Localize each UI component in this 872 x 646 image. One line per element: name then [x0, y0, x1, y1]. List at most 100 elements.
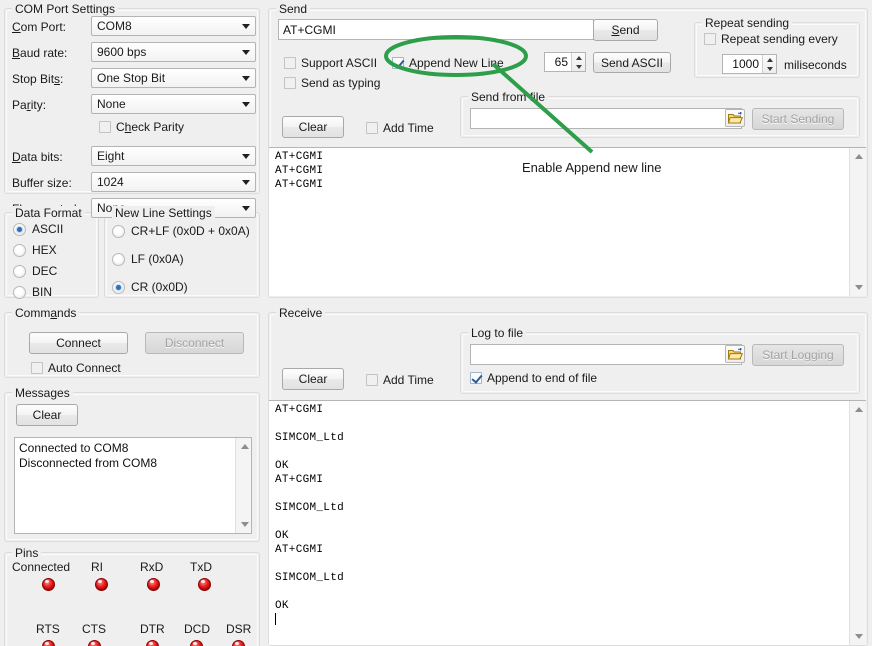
scroll-up-icon[interactable]: [850, 148, 866, 165]
repeat-sending-title: Repeat sending: [702, 16, 792, 30]
messages-group: Messages Clear Connected to COM8 Disconn…: [4, 386, 260, 542]
log-file-path-input[interactable]: [470, 344, 742, 365]
data-bits-value: Eight: [97, 149, 124, 163]
radio-data-format-hex[interactable]: HEX: [13, 243, 57, 257]
scroll-up-icon[interactable]: [236, 438, 252, 455]
repeat-sending-group: Repeat sending Repeat sending every 1000…: [694, 16, 860, 78]
pin-label-txd: TxD: [190, 560, 212, 574]
radio-dot: [13, 286, 26, 299]
pin-led-connected: [42, 578, 55, 591]
pin-led-cts: [88, 640, 101, 646]
repeat-interval-value: 1000: [723, 57, 762, 71]
send-add-time-label: Add Time: [383, 121, 434, 135]
repeat-units-label: miliseconds: [784, 58, 847, 72]
send-clear-button[interactable]: Clear: [282, 116, 344, 138]
baud-rate-value: 9600 bps: [97, 45, 146, 59]
send-file-path-input[interactable]: [470, 108, 742, 129]
ascii-code-spinner[interactable]: 65: [544, 52, 586, 72]
label-stop-bits: Stop Bits:: [12, 72, 63, 86]
log-to-file-title: Log to file: [468, 326, 526, 340]
scroll-down-icon[interactable]: [236, 516, 252, 533]
start-logging-button[interactable]: Start Logging: [752, 344, 844, 366]
log-file-browse-button[interactable]: [725, 345, 745, 363]
append-to-end-checkbox[interactable]: Append to end of file: [470, 371, 597, 385]
scroll-down-icon[interactable]: [850, 628, 866, 645]
baud-rate-select[interactable]: 9600 bps: [91, 42, 256, 62]
receive-log-scrollbar[interactable]: [849, 401, 866, 645]
parity-value: None: [97, 97, 126, 111]
auto-connect-label: Auto Connect: [48, 361, 121, 375]
receive-group: Receive Clear Add Time Log to file: [268, 306, 868, 646]
support-ascii-label: Support ASCII: [301, 56, 377, 70]
repeat-interval-spinner[interactable]: 1000: [722, 54, 777, 74]
messages-log[interactable]: Connected to COM8 Disconnected from COM8: [14, 437, 252, 534]
check-parity-checkbox[interactable]: Check Parity: [99, 120, 184, 134]
pin-led-txd: [198, 578, 211, 591]
label-com-port: Com Port:: [12, 20, 66, 34]
radio-newline-lf[interactable]: LF (0x0A): [112, 252, 184, 266]
connect-button[interactable]: Connect: [29, 332, 128, 354]
com-port-settings-group: COM Port Settings Com Port: Baud rate: S…: [4, 2, 260, 194]
data-bits-select[interactable]: Eight: [91, 146, 256, 166]
send-ascii-button[interactable]: Send ASCII: [593, 52, 671, 73]
chevron-down-icon: [242, 102, 250, 107]
parity-select[interactable]: None: [91, 94, 256, 114]
append-new-line-checkbox[interactable]: Append New Line: [392, 56, 504, 70]
scroll-up-icon[interactable]: [850, 401, 866, 418]
com-port-select[interactable]: COM8: [91, 16, 256, 36]
checkbox-box: [366, 374, 378, 386]
annotation-text: Enable Append new line: [522, 160, 662, 175]
label-parity: Parity:: [12, 98, 46, 112]
spinner-up-icon[interactable]: [572, 53, 585, 62]
spinner-up-icon[interactable]: [763, 55, 776, 64]
send-command-input[interactable]: AT+CGMI: [278, 19, 594, 40]
radio-dot: [112, 253, 125, 266]
commands-title: Commands: [12, 306, 79, 320]
radio-data-format-ascii[interactable]: ASCII: [13, 222, 63, 236]
label-baud-rate: Baud rate:: [12, 46, 67, 60]
radio-data-format-dec[interactable]: DEC: [13, 264, 57, 278]
receive-add-time-checkbox[interactable]: Add Time: [366, 373, 434, 387]
send-log-scrollbar[interactable]: [849, 148, 866, 296]
start-sending-button[interactable]: Start Sending: [752, 108, 844, 130]
radio-newline-cr[interactable]: CR (0x0D): [112, 280, 188, 294]
spinner-down-icon[interactable]: [572, 62, 585, 71]
send-as-typing-checkbox[interactable]: Send as typing: [284, 76, 380, 90]
receive-clear-button[interactable]: Clear: [282, 368, 344, 390]
messages-clear-button[interactable]: Clear: [16, 404, 78, 426]
send-command-value: AT+CGMI: [283, 23, 336, 37]
repeat-sending-checkbox[interactable]: Repeat sending every: [704, 32, 838, 46]
messages-scrollbar[interactable]: [235, 438, 251, 533]
pins-title: Pins: [12, 546, 41, 560]
scroll-down-icon[interactable]: [850, 279, 866, 296]
radio-newline-crlf[interactable]: CR+LF (0x0D + 0x0A): [112, 224, 250, 238]
folder-open-icon: [728, 348, 743, 361]
spinner-down-icon[interactable]: [763, 64, 776, 73]
support-ascii-checkbox[interactable]: Support ASCII: [284, 56, 377, 70]
send-from-file-title: Send from file: [468, 90, 548, 104]
spinner-buttons[interactable]: [762, 55, 776, 73]
radio-label: ASCII: [32, 222, 63, 236]
send-file-browse-button[interactable]: [725, 109, 745, 127]
spinner-buttons[interactable]: [571, 53, 585, 71]
receive-log-content: AT+CGMI SIMCOM_Ltd OK AT+CGMI SIMCOM_Ltd…: [275, 404, 344, 612]
stop-bits-select[interactable]: One Stop Bit: [91, 68, 256, 88]
log-to-file-group: Log to file Start Logging: [460, 326, 860, 394]
pin-led-dsr: [232, 640, 245, 646]
pin-label-cts: CTS: [82, 622, 106, 636]
send-button[interactable]: Send: [593, 19, 658, 41]
radio-data-format-bin[interactable]: BIN: [13, 285, 52, 299]
receive-add-time-label: Add Time: [383, 373, 434, 387]
disconnect-button[interactable]: Disconnect: [145, 332, 244, 354]
commands-group: Commands Connect Disconnect Auto Connect: [4, 306, 260, 378]
send-group: Send AT+CGMI Send Support ASCII Append N…: [268, 2, 868, 298]
checkbox-box: [31, 362, 43, 374]
com-port-settings-title: COM Port Settings: [12, 2, 118, 16]
radio-label: CR+LF (0x0D + 0x0A): [131, 224, 250, 238]
auto-connect-checkbox[interactable]: Auto Connect: [31, 361, 121, 375]
send-add-time-checkbox[interactable]: Add Time: [366, 121, 434, 135]
chevron-down-icon: [242, 50, 250, 55]
send-title: Send: [276, 2, 310, 16]
buffer-size-select[interactable]: 1024: [91, 172, 256, 192]
receive-log[interactable]: AT+CGMI SIMCOM_Ltd OK AT+CGMI SIMCOM_Ltd…: [269, 400, 866, 645]
